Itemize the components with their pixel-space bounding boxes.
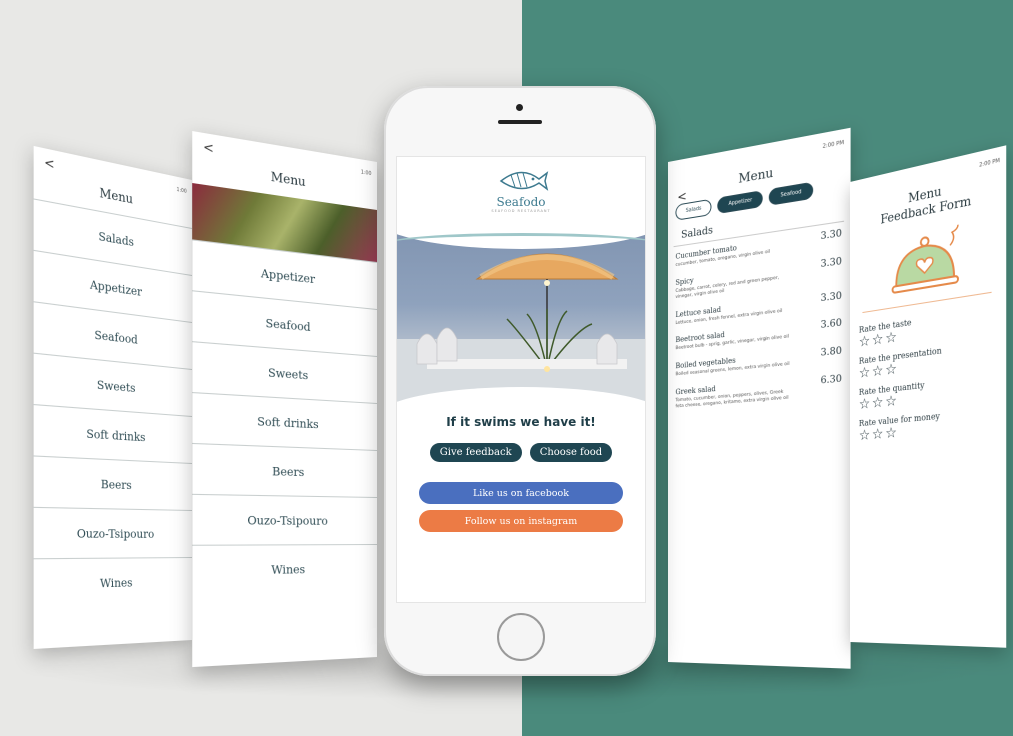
menu-screen-categories: < 1:00 Menu Salads Appetizer Seafood Swe… [33, 145, 192, 649]
dish-price: 3.30 [820, 256, 842, 270]
menu-item-beers[interactable]: Beers [192, 442, 377, 497]
menu-item-ouzo[interactable]: Ouzo-Tsipouro [33, 506, 192, 559]
tab-appetizer[interactable]: Appetizer [717, 190, 764, 215]
speaker-grille [498, 120, 542, 124]
hero-image [397, 219, 645, 409]
back-button[interactable]: < [44, 155, 54, 172]
dish-price: 3.30 [820, 290, 842, 304]
dish-screen: < 2:00 PM Menu Salads Appetizer Seafood … [668, 127, 851, 669]
cloche-heart-icon [887, 221, 964, 302]
status-time: 1:00 [360, 169, 372, 178]
tab-seafood[interactable]: Seafood [769, 181, 813, 206]
instagram-button[interactable]: Follow us on instagram [419, 510, 623, 532]
dish-price: 3.60 [820, 318, 842, 332]
choose-food-button[interactable]: Choose food [529, 443, 613, 462]
facebook-button[interactable]: Like us on facebook [419, 482, 623, 504]
tagline: If it swims we have it! [446, 415, 596, 429]
phone-device: Seafodo SEAFOOD RESTAURANT If it swims w… [384, 86, 656, 676]
give-feedback-button[interactable]: Give feedback [429, 443, 522, 462]
feedback-screen: 2:00 PM Menu Feedback Form Rate the tast… [850, 145, 1007, 648]
brand-name: Seafodo [496, 195, 546, 209]
menu-screen-image: < 1:00 Menu Appetizer Seafood Sweets Sof… [192, 131, 377, 668]
menu-item-wines[interactable]: Wines [33, 557, 192, 610]
dish-list: Cucumber tomato cucumber, tomato, oregano… [668, 221, 851, 415]
dish-price: 3.80 [820, 346, 842, 360]
home-screen: Seafodo SEAFOOD RESTAURANT If it swims w… [396, 156, 646, 603]
status-time: 2:00 PM [822, 139, 845, 151]
dish-info: Greek salad Tomato, cucumber, onion, pepp… [675, 378, 791, 410]
camera-icon [516, 104, 523, 111]
menu-item-ouzo[interactable]: Ouzo-Tsipouro [192, 493, 377, 545]
status-time: 1:00 [176, 186, 187, 195]
menu-item-soft-drinks[interactable]: Soft drinks [192, 392, 377, 450]
back-button[interactable]: < [203, 139, 214, 156]
home-button[interactable] [497, 613, 545, 661]
fish-logo-icon [499, 171, 549, 191]
menu-item-beers[interactable]: Beers [33, 455, 192, 510]
dish-price: 6.30 [820, 374, 842, 387]
menu-item-wines[interactable]: Wines [192, 544, 377, 596]
dish-price: 3.30 [820, 228, 842, 243]
brand-subtitle: SEAFOOD RESTAURANT [491, 209, 551, 213]
logo: Seafodo SEAFOOD RESTAURANT [397, 157, 645, 213]
primary-actions: Give feedback Choose food [397, 443, 645, 462]
